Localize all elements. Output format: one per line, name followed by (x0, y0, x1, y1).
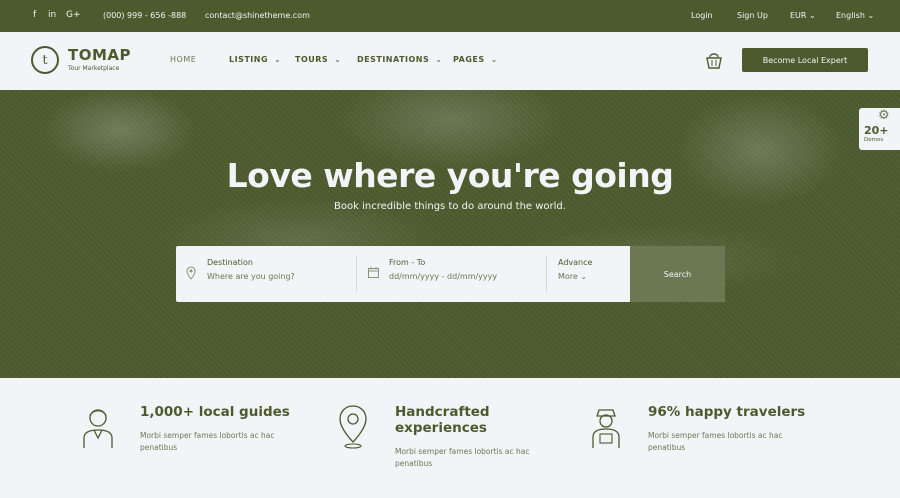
guide-icon (83, 409, 113, 448)
advance-label: Advance (558, 258, 593, 267)
location-pin-icon (186, 266, 196, 280)
feature-description: Morbi semper fames lobortis ac hac penat… (140, 431, 275, 452)
demos-count: 20+ (864, 124, 889, 137)
traveler-icon (592, 409, 620, 448)
chevron-down-icon: ⌄ (490, 55, 498, 64)
feature-title: Handcrafted experiences (395, 404, 490, 436)
destination-label: Destination (207, 258, 253, 267)
advance-value: More (558, 272, 578, 281)
currency-value: EUR (790, 11, 807, 20)
language-select[interactable]: English ⌄ (836, 11, 874, 20)
hero-title: Love where you're going (226, 156, 674, 195)
feature-description: Morbi semper fames lobortis ac hac penat… (395, 447, 530, 468)
date-range-input[interactable]: dd/mm/yyyy - dd/mm/yyyy (389, 272, 497, 281)
linkedin-icon[interactable]: in (48, 10, 56, 20)
hero-background-image (0, 90, 900, 378)
feature-description: Morbi semper fames lobortis ac hac penat… (648, 431, 783, 452)
feature-title: 96% happy travelers (648, 404, 806, 420)
currency-select[interactable]: EUR ⌄ (790, 11, 816, 20)
nav-listing[interactable]: LISTING ⌄ (229, 55, 281, 64)
location-pin-icon (339, 405, 367, 449)
advance-dropdown[interactable]: More ⌄ (558, 272, 587, 281)
top-bar: f in G+ (000) 999 - 656 -888 contact@shi… (0, 0, 900, 32)
nav-destinations[interactable]: DESTINATIONS ⌄ (357, 55, 442, 64)
phone-number: (000) 999 - 656 -888 (103, 11, 187, 20)
chevron-down-icon: ⌄ (580, 272, 588, 281)
nav-home[interactable]: HOME (170, 55, 196, 64)
search-button[interactable]: Search (630, 246, 725, 302)
field-divider (546, 256, 547, 292)
login-link[interactable]: Login (691, 11, 713, 20)
field-divider (356, 256, 357, 292)
chevron-down-icon: ⌄ (274, 55, 282, 64)
dates-label: From - To (389, 258, 426, 267)
destination-input[interactable]: Where are you going? (207, 272, 295, 281)
hero-section: ⚙ 20+ Demos Love where you're going Book… (0, 90, 900, 378)
feature-title: 1,000+ local guides (140, 404, 290, 420)
nav-listing-label: LISTING (229, 55, 269, 64)
become-local-expert-button[interactable]: Become Local Expert (742, 48, 868, 72)
brand-name[interactable]: TOMAP (68, 46, 131, 64)
chevron-down-icon: ⌄ (809, 11, 816, 20)
facebook-icon[interactable]: f (33, 10, 36, 20)
hero-subtitle: Book incredible things to do around the … (334, 201, 566, 212)
nav-destinations-label: DESTINATIONS (357, 55, 430, 64)
demos-badge[interactable]: ⚙ 20+ Demos (859, 108, 900, 150)
nav-tours-label: TOURS (295, 55, 329, 64)
contact-email[interactable]: contact@shinetheme.com (205, 11, 310, 20)
chevron-down-icon: ⌄ (435, 55, 443, 64)
language-value: English (836, 11, 865, 20)
google-plus-icon[interactable]: G+ (66, 10, 81, 20)
gear-icon: ⚙ (878, 108, 890, 123)
nav-home-label: HOME (170, 55, 197, 64)
shopping-basket-icon[interactable] (705, 50, 723, 70)
nav-tours[interactable]: TOURS ⌄ (295, 55, 341, 64)
main-navigation: t TOMAP Tour Marketplace HOME LISTING ⌄ T… (0, 32, 900, 90)
calendar-icon (368, 267, 379, 278)
signup-link[interactable]: Sign Up (737, 11, 768, 20)
search-form: Destination Where are you going? From - … (176, 246, 725, 302)
logo-icon[interactable]: t (31, 46, 59, 74)
demos-label: Demos (864, 137, 884, 143)
brand-tagline: Tour Marketplace (68, 65, 120, 72)
nav-pages-label: PAGES (453, 55, 485, 64)
chevron-down-icon: ⌄ (867, 11, 875, 20)
chevron-down-icon: ⌄ (334, 55, 342, 64)
nav-pages[interactable]: PAGES ⌄ (453, 55, 498, 64)
